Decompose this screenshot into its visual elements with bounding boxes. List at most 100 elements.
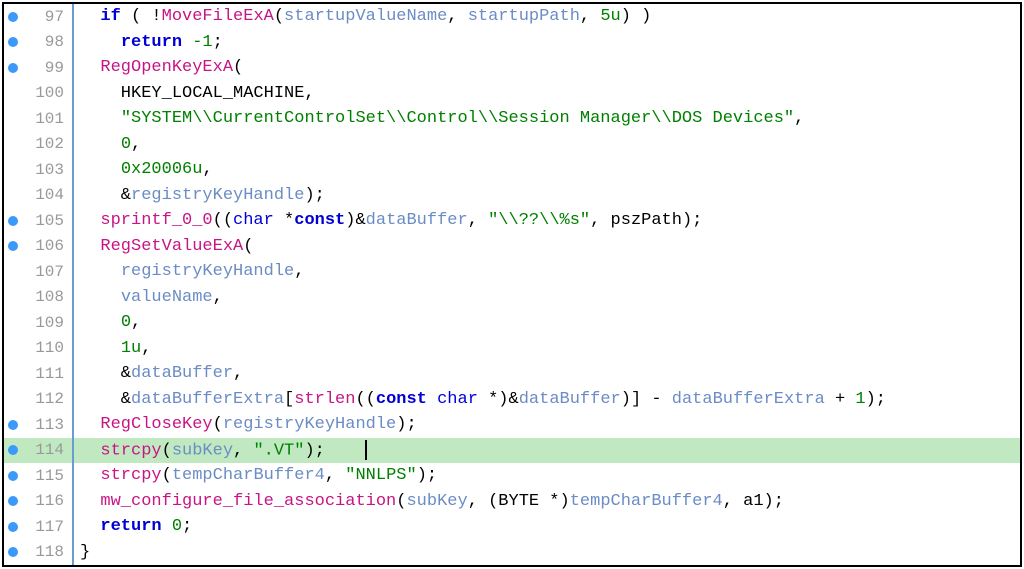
code-line[interactable]: 102 0, — [4, 132, 1020, 158]
code-line[interactable]: 101 "SYSTEM\\CurrentControlSet\\Control\… — [4, 106, 1020, 132]
gutter-border — [72, 336, 74, 362]
line-number: 111 — [22, 365, 72, 383]
gutter-border — [72, 489, 74, 515]
code-line[interactable]: 100 HKEY_LOCAL_MACHINE, — [4, 81, 1020, 107]
breakpoint-gutter[interactable] — [4, 496, 22, 506]
breakpoint-icon[interactable] — [8, 522, 18, 532]
line-number: 97 — [22, 8, 72, 26]
line-number: 118 — [22, 543, 72, 561]
code-line[interactable]: 115 strcpy(tempCharBuffer4, "NNLPS"); — [4, 463, 1020, 489]
code-content[interactable]: sprintf_0_0((char *const)&dataBuffer, "\… — [80, 211, 1020, 230]
code-line[interactable]: 107 registryKeyHandle, — [4, 259, 1020, 285]
gutter-border — [72, 438, 74, 464]
code-line[interactable]: 99 RegOpenKeyExA( — [4, 55, 1020, 81]
code-line[interactable]: 105 sprintf_0_0((char *const)&dataBuffer… — [4, 208, 1020, 234]
breakpoint-icon[interactable] — [8, 37, 18, 47]
gutter-border — [72, 285, 74, 311]
breakpoint-gutter[interactable] — [4, 547, 22, 557]
code-line[interactable]: 108 valueName, — [4, 285, 1020, 311]
code-content[interactable]: strcpy(subKey, ".VT"); — [80, 440, 1020, 460]
code-content[interactable]: &dataBufferExtra[strlen((const char *)&d… — [80, 390, 1020, 409]
breakpoint-gutter[interactable] — [4, 63, 22, 73]
breakpoint-gutter[interactable] — [4, 12, 22, 22]
line-number: 115 — [22, 467, 72, 485]
code-line[interactable]: 114 strcpy(subKey, ".VT"); — [4, 438, 1020, 464]
breakpoint-icon[interactable] — [8, 547, 18, 557]
gutter-border — [72, 157, 74, 183]
code-line[interactable]: 97 if ( !MoveFileExA(startupValueName, s… — [4, 4, 1020, 30]
code-content[interactable]: 0, — [80, 135, 1020, 154]
code-content[interactable]: "SYSTEM\\CurrentControlSet\\Control\\Ses… — [80, 109, 1020, 128]
gutter-border — [72, 106, 74, 132]
breakpoint-icon[interactable] — [8, 420, 18, 430]
code-line[interactable]: 113 RegCloseKey(registryKeyHandle); — [4, 412, 1020, 438]
code-line[interactable]: 111 &dataBuffer, — [4, 361, 1020, 387]
code-content[interactable]: return 0; — [80, 517, 1020, 536]
gutter-border — [72, 234, 74, 260]
code-line[interactable]: 112 &dataBufferExtra[strlen((const char … — [4, 387, 1020, 413]
code-line[interactable]: 117 return 0; — [4, 514, 1020, 540]
code-content[interactable]: &dataBuffer, — [80, 364, 1020, 383]
code-line[interactable]: 116 mw_configure_file_association(subKey… — [4, 489, 1020, 515]
breakpoint-icon[interactable] — [8, 12, 18, 22]
line-number: 100 — [22, 84, 72, 102]
line-number: 112 — [22, 390, 72, 408]
gutter-border — [72, 514, 74, 540]
line-number: 105 — [22, 212, 72, 230]
line-number: 108 — [22, 288, 72, 306]
code-line[interactable]: 104 &registryKeyHandle); — [4, 183, 1020, 209]
code-content[interactable]: return -1; — [80, 33, 1020, 52]
text-cursor — [365, 440, 367, 460]
breakpoint-icon[interactable] — [8, 496, 18, 506]
line-number: 104 — [22, 186, 72, 204]
breakpoint-gutter[interactable] — [4, 471, 22, 481]
breakpoint-icon[interactable] — [8, 63, 18, 73]
code-line[interactable]: 118} — [4, 540, 1020, 566]
code-content[interactable]: RegSetValueExA( — [80, 237, 1020, 256]
code-content[interactable]: if ( !MoveFileExA(startupValueName, star… — [80, 7, 1020, 26]
breakpoint-gutter[interactable] — [4, 241, 22, 251]
code-line[interactable]: 110 1u, — [4, 336, 1020, 362]
code-line[interactable]: 103 0x20006u, — [4, 157, 1020, 183]
code-content[interactable]: 1u, — [80, 339, 1020, 358]
breakpoint-icon[interactable] — [8, 241, 18, 251]
code-content[interactable]: 0, — [80, 313, 1020, 332]
code-line[interactable]: 98 return -1; — [4, 30, 1020, 56]
line-number: 114 — [22, 441, 72, 459]
code-content[interactable]: HKEY_LOCAL_MACHINE, — [80, 84, 1020, 103]
code-line[interactable]: 106 RegSetValueExA( — [4, 234, 1020, 260]
line-number: 103 — [22, 161, 72, 179]
breakpoint-gutter[interactable] — [4, 37, 22, 47]
code-content[interactable]: RegCloseKey(registryKeyHandle); — [80, 415, 1020, 434]
code-content[interactable]: mw_configure_file_association(subKey, (B… — [80, 492, 1020, 511]
code-content[interactable]: RegOpenKeyExA( — [80, 58, 1020, 77]
line-number: 109 — [22, 314, 72, 332]
code-content[interactable]: } — [80, 543, 1020, 562]
line-number: 99 — [22, 59, 72, 77]
breakpoint-icon[interactable] — [8, 445, 18, 455]
gutter-border — [72, 387, 74, 413]
gutter-border — [72, 540, 74, 566]
code-editor[interactable]: 97 if ( !MoveFileExA(startupValueName, s… — [2, 2, 1022, 567]
breakpoint-icon[interactable] — [8, 471, 18, 481]
breakpoint-icon[interactable] — [8, 216, 18, 226]
breakpoint-gutter[interactable] — [4, 522, 22, 532]
line-number: 106 — [22, 237, 72, 255]
line-number: 107 — [22, 263, 72, 281]
code-content[interactable]: strcpy(tempCharBuffer4, "NNLPS"); — [80, 466, 1020, 485]
code-content[interactable]: registryKeyHandle, — [80, 262, 1020, 281]
gutter-border — [72, 412, 74, 438]
breakpoint-gutter[interactable] — [4, 445, 22, 455]
breakpoint-gutter[interactable] — [4, 420, 22, 430]
line-number: 110 — [22, 339, 72, 357]
gutter-border — [72, 55, 74, 81]
code-content[interactable]: &registryKeyHandle); — [80, 186, 1020, 205]
gutter-border — [72, 81, 74, 107]
code-line[interactable]: 109 0, — [4, 310, 1020, 336]
code-content[interactable]: valueName, — [80, 288, 1020, 307]
gutter-border — [72, 132, 74, 158]
breakpoint-gutter[interactable] — [4, 216, 22, 226]
code-content[interactable]: 0x20006u, — [80, 160, 1020, 179]
gutter-border — [72, 310, 74, 336]
gutter-border — [72, 361, 74, 387]
